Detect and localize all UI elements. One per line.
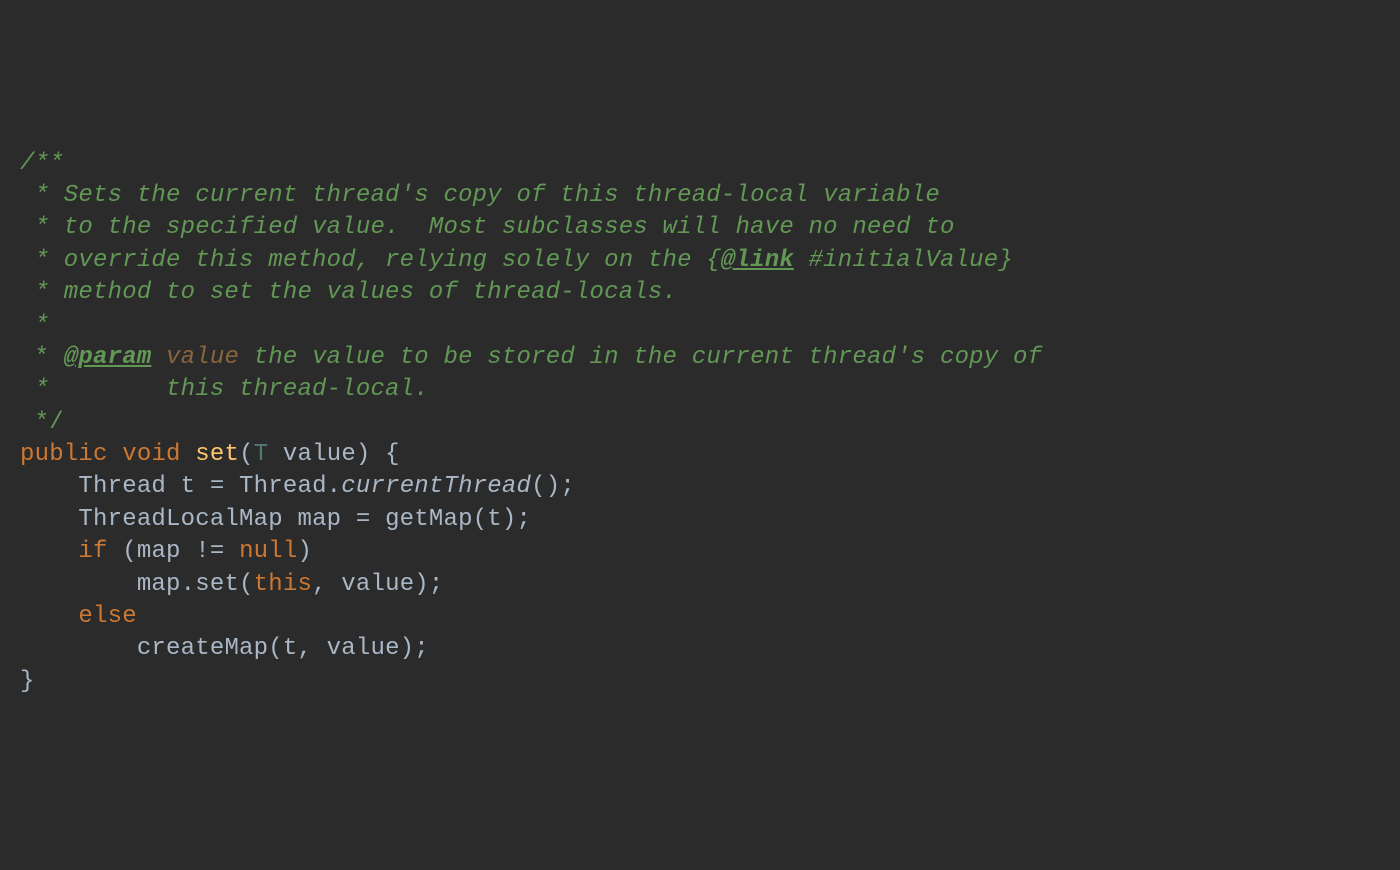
javadoc-param-tag: @param [64,344,152,371]
param-name: value [283,441,356,468]
indent [20,506,78,533]
punct: ) [297,538,312,565]
code-text: createMap(t, value); [137,635,429,662]
space [268,441,283,468]
javadoc-prefix: * [20,344,64,371]
javadoc-line: * [20,312,49,339]
keyword-void: void [122,441,180,468]
javadoc-line: * override this method, relying solely o… [20,247,721,274]
keyword-public: public [20,441,108,468]
indent [20,603,78,630]
code-text: (map != [108,538,239,565]
javadoc-line: /** [20,150,64,177]
keyword-if: if [78,538,107,565]
punct: ) { [356,441,400,468]
punct: (); [531,473,575,500]
indent [20,538,78,565]
javadoc-line: * method to set the values of thread-loc… [20,279,677,306]
javadoc-text: } [998,247,1013,274]
static-method-call: currentThread [341,473,531,500]
javadoc-line: * Sets the current thread's copy of this… [20,182,940,209]
code-text: , value); [312,571,443,598]
code-text: map.set( [137,571,254,598]
javadoc-line: * to the specified value. Most subclasse… [20,214,955,241]
keyword-null: null [239,538,297,565]
javadoc-link-target: #initialValue [794,247,998,274]
indent [20,571,137,598]
type-thread: Thread [78,473,166,500]
javadoc-param-name: value [166,344,239,371]
brace-close: } [20,668,35,695]
javadoc-param-desc: the value to be stored in the current th… [239,344,1042,371]
code-text: t = Thread. [166,473,341,500]
code-editor[interactable]: /** * Sets the current thread's copy of … [20,148,1400,699]
code-text: map = getMap(t); [283,506,531,533]
javadoc-close: */ [20,409,64,436]
method-name: set [195,441,239,468]
javadoc-link-tag: @link [721,247,794,274]
javadoc-line: * this thread-local. [20,376,429,403]
keyword-else: else [78,603,136,630]
indent [20,473,78,500]
generic-type: T [254,441,269,468]
keyword-this: this [254,571,312,598]
paren-open: ( [239,441,254,468]
indent [20,635,137,662]
type-threadlocalmap: ThreadLocalMap [78,506,282,533]
javadoc-space [151,344,166,371]
